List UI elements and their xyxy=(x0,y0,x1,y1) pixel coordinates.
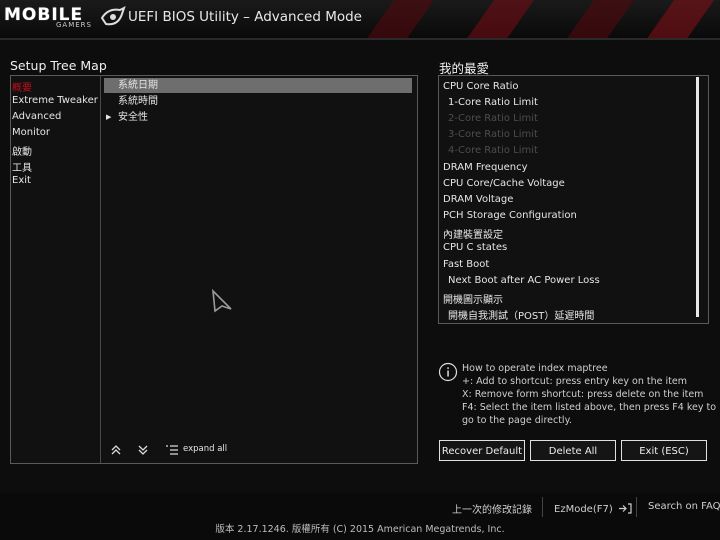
bottom-bar: 上一次的修改記錄 EzMode(F7) Search on FAQ 版本 2.1… xyxy=(0,493,720,540)
help-line: +: Add to shortcut: press entry key on t… xyxy=(462,376,687,387)
recover-default-button[interactable]: Recover Default xyxy=(439,440,525,461)
help-line: F4: Select the item listed above, then p… xyxy=(462,402,717,413)
help-line: go to the page directly. xyxy=(462,415,572,426)
decor-stripe xyxy=(551,0,649,38)
subitem-system-time[interactable]: 系統時間 xyxy=(104,94,412,109)
favorite-item[interactable]: CPU C states xyxy=(443,242,507,253)
menu-item-main[interactable]: 概要 xyxy=(12,79,32,94)
help-line: How to operate index maptree xyxy=(462,363,608,374)
menu-item-advanced[interactable]: Advanced xyxy=(12,111,61,122)
favorite-item[interactable]: DRAM Frequency xyxy=(443,162,528,173)
favorite-item[interactable]: Fast Boot xyxy=(443,259,489,270)
favorite-item[interactable]: CPU Core/Cache Voltage xyxy=(443,178,565,189)
copyright-text: 版本 2.17.1246. 版權所有 (C) 2015 American Meg… xyxy=(215,524,505,535)
delete-all-button[interactable]: Delete All xyxy=(530,440,616,461)
favorite-item[interactable]: 開機自我測試（POST）延遲時間 xyxy=(448,307,594,322)
search-faq-link[interactable]: Search on FAQ xyxy=(648,501,720,512)
decor-stripe xyxy=(631,0,720,38)
subitem-label: 安全性 xyxy=(118,112,148,123)
favorite-item[interactable]: 內建裝置設定 xyxy=(443,226,503,241)
menu-item-boot[interactable]: 啟動 xyxy=(12,143,32,158)
subitem-label: 系統時間 xyxy=(118,96,158,107)
info-icon xyxy=(438,362,458,382)
rog-eye-icon xyxy=(100,6,126,26)
menu-item-monitor[interactable]: Monitor xyxy=(12,127,50,138)
menu-item-extreme-tweaker[interactable]: Extreme Tweaker xyxy=(12,95,98,106)
expand-arrow-icon: ▶ xyxy=(106,113,112,121)
help-line: X: Remove form shortcut: press delete on… xyxy=(462,389,704,400)
tree-section-title: Setup Tree Map xyxy=(10,58,107,73)
mouse-cursor-icon xyxy=(211,289,232,313)
decor-stripe xyxy=(351,0,449,38)
title-bar: MOBILE GAMERS UEFI BIOS Utility – Advanc… xyxy=(0,0,720,38)
subitem-security[interactable]: ▶ 安全性 xyxy=(104,110,412,125)
logo-subtext: GAMERS xyxy=(56,21,92,29)
menu-item-exit[interactable]: Exit xyxy=(12,175,31,186)
ezmode-label: EzMode(F7) xyxy=(554,504,613,515)
page-title: UEFI BIOS Utility – Advanced Mode xyxy=(128,9,362,25)
favorite-item[interactable]: 1-Core Ratio Limit xyxy=(448,97,538,108)
footer-divider xyxy=(542,497,543,517)
collapse-all-icon[interactable] xyxy=(110,444,122,456)
tree-subitems: 系統日期 系統時間 ▶ 安全性 xyxy=(101,75,417,463)
subitem-system-date[interactable]: 系統日期 xyxy=(104,78,412,93)
favorite-item: 2-Core Ratio Limit xyxy=(448,113,538,124)
favorite-item[interactable]: PCH Storage Configuration xyxy=(443,210,577,221)
tree-menu: 概要 Extreme Tweaker Advanced Monitor 啟動 工… xyxy=(10,75,101,463)
header-divider xyxy=(0,38,720,40)
footer-divider xyxy=(636,497,637,517)
subitem-label: 系統日期 xyxy=(118,80,158,91)
expand-all-label[interactable]: expand all xyxy=(183,444,227,454)
tree-footer: expand all xyxy=(101,438,417,463)
favorite-item[interactable]: CPU Core Ratio xyxy=(443,81,519,92)
exit-button[interactable]: Exit (ESC) xyxy=(621,440,707,461)
favorite-item[interactable]: Next Boot after AC Power Loss xyxy=(448,275,600,286)
decor-stripe xyxy=(451,0,549,38)
brand-logo: MOBILE GAMERS xyxy=(4,5,126,31)
favorite-item: 4-Core Ratio Limit xyxy=(448,145,538,156)
favorite-item: 3-Core Ratio Limit xyxy=(448,129,538,140)
expand-all-icon[interactable] xyxy=(165,444,179,456)
last-modified-link[interactable]: 上一次的修改記錄 xyxy=(452,501,532,516)
favorite-item[interactable]: DRAM Voltage xyxy=(443,194,513,205)
exit-arrow-icon xyxy=(618,503,632,514)
expand-down-icon[interactable] xyxy=(137,444,149,456)
ezmode-link[interactable]: EzMode(F7) xyxy=(554,501,632,515)
favorites-scrollbar[interactable] xyxy=(696,77,699,317)
favorite-item[interactable]: 開機圖示顯示 xyxy=(443,291,503,306)
menu-item-tool[interactable]: 工具 xyxy=(12,159,32,174)
